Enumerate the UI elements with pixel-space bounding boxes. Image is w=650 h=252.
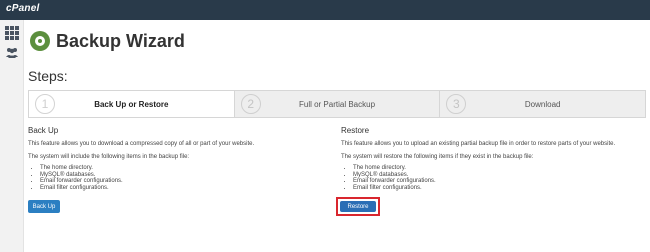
- restore-intro: The system will restore the following it…: [341, 154, 534, 160]
- left-nav: [0, 20, 24, 252]
- apps-grid-icon[interactable]: [5, 26, 19, 40]
- step-label: Download: [524, 99, 561, 109]
- backup-title: Back Up: [28, 126, 59, 135]
- page-title: Backup Wizard: [56, 30, 185, 51]
- step-number: 1: [35, 94, 55, 114]
- step-number: 2: [240, 94, 261, 114]
- step-label: Full or Partial Backup: [298, 99, 376, 109]
- step-full-or-partial-backup[interactable]: 2 Full or Partial Backup: [234, 91, 441, 117]
- restore-items-list: The home directory. MySQL® databases. Em…: [341, 165, 646, 191]
- restore-button[interactable]: Restore: [340, 201, 376, 212]
- restore-highlight: Restore: [336, 197, 380, 216]
- main-content: Backup Wizard Steps: 1 Back Up or Restor…: [24, 20, 650, 252]
- top-bar: cPanel: [0, 0, 650, 20]
- backup-description: This feature allows you to download a co…: [28, 141, 255, 147]
- restore-section: Restore This feature allows you to uploa…: [341, 126, 646, 191]
- cpanel-logo[interactable]: cPanel: [6, 3, 39, 14]
- steps-heading: Steps:: [28, 68, 68, 84]
- back-up-button[interactable]: Back Up: [28, 200, 60, 213]
- backup-wizard-icon: [30, 31, 50, 51]
- step-number: 3: [446, 94, 467, 114]
- backup-section: Back Up This feature allows you to downl…: [28, 126, 328, 191]
- step-backup-or-restore[interactable]: 1 Back Up or Restore: [29, 91, 235, 117]
- users-icon[interactable]: [5, 45, 19, 59]
- backup-items-list: The home directory. MySQL® databases. Em…: [28, 165, 328, 191]
- list-item: Email filter configurations.: [40, 185, 328, 192]
- list-item: Email filter configurations.: [353, 185, 646, 192]
- step-label: Back Up or Restore: [94, 99, 169, 109]
- restore-title: Restore: [341, 126, 370, 135]
- steps-bar: 1 Back Up or Restore 2 Full or Partial B…: [28, 90, 646, 118]
- restore-description: This feature allows you to upload an exi…: [341, 141, 616, 147]
- step-download[interactable]: 3 Download: [440, 91, 646, 117]
- backup-intro: The system will include the following it…: [28, 154, 190, 160]
- page-header: Backup Wizard: [30, 29, 185, 53]
